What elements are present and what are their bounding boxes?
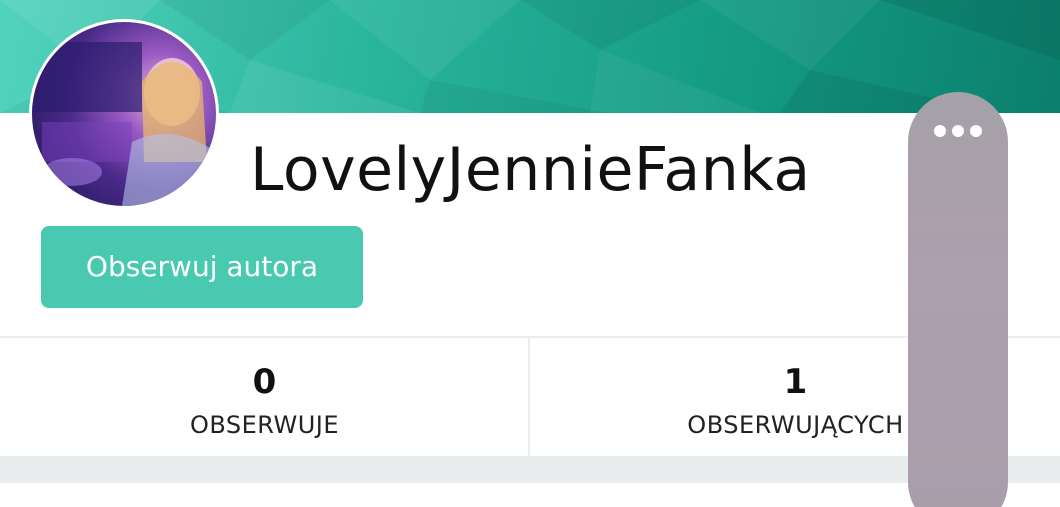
following-count: 0 bbox=[252, 362, 277, 402]
follow-author-button[interactable]: Obserwuj autora bbox=[41, 226, 363, 308]
avatar[interactable] bbox=[29, 19, 219, 209]
following-label: OBSERWUJE bbox=[189, 411, 340, 439]
stat-following[interactable]: 0 OBSERWUJE bbox=[0, 338, 529, 456]
more-options-button[interactable] bbox=[908, 92, 1008, 507]
profile-stats: 0 OBSERWUJE 1 OBSERWUJĄCYCH bbox=[0, 336, 1060, 456]
section-separator bbox=[0, 456, 1060, 483]
stat-divider bbox=[528, 338, 530, 456]
username: LovelyJennieFanka bbox=[250, 135, 811, 205]
more-horizontal-icon bbox=[908, 122, 1008, 142]
profile-page: LovelyJennieFanka Obserwuj autora 0 OBSE… bbox=[0, 0, 1060, 507]
